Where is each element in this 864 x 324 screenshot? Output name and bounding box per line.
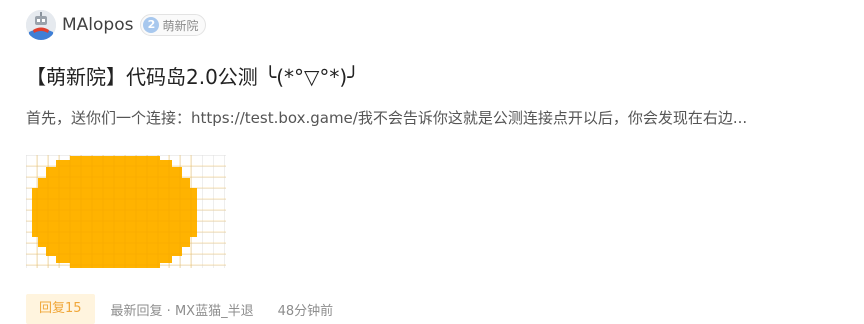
latest-reply[interactable]: 最新回复 · MX蓝猫_半退 — [111, 300, 254, 319]
post-time: 48分钟前 — [277, 303, 334, 319]
author-row: MAlopos 2 萌新院 — [26, 10, 206, 40]
username[interactable]: MAlopos — [62, 15, 133, 35]
post-footer: 回复15 最新回复 · MX蓝猫_半退 48分钟前 — [26, 294, 333, 324]
robot-avatar-icon[interactable] — [26, 10, 56, 40]
badge-level: 2 — [143, 17, 160, 33]
member-badge[interactable]: 2 萌新院 — [140, 14, 206, 36]
post-title[interactable]: 【萌新院】代码岛2.0公测 ╰(*°▽°*)╯ — [26, 61, 359, 90]
post-card: MAlopos 2 萌新院 【萌新院】代码岛2.0公测 ╰(*°▽°*)╯ 首先… — [0, 0, 864, 324]
yellow-ellipse-pixel-thumbnail[interactable] — [26, 155, 226, 268]
badge-label: 萌新院 — [162, 18, 199, 33]
reply-count-button[interactable]: 回复15 — [26, 294, 95, 324]
post-excerpt[interactable]: 首先，送你们一个连接：https://test.box.game/我不会告诉你这… — [26, 107, 858, 128]
